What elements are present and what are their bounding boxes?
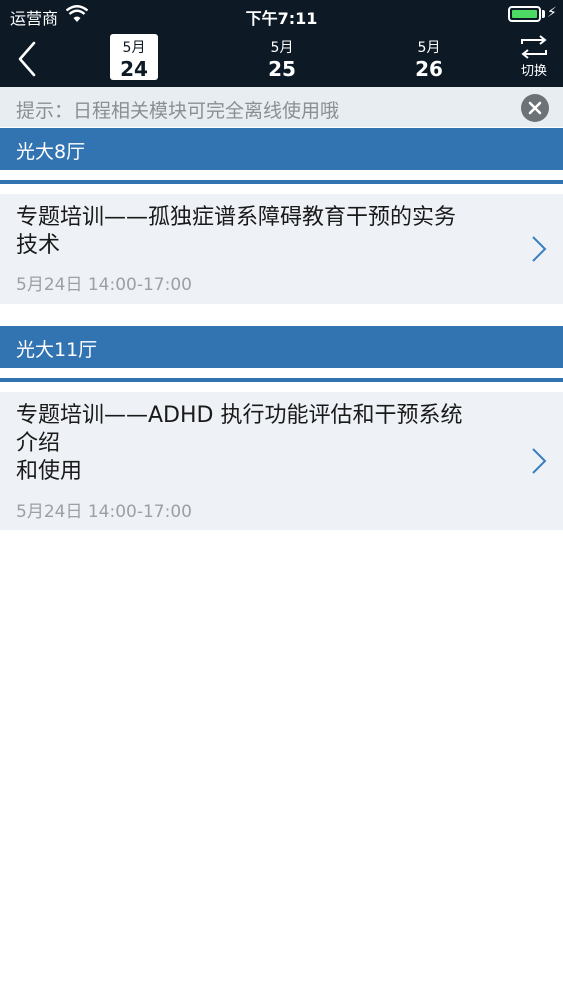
session-item[interactable]: 专题培训——孤独症谱系障碍教育干预的实务 技术 5月24日 14:00-17:0… (0, 194, 563, 304)
battery-cap (542, 10, 545, 18)
venue-name: 光大8厅 (16, 141, 86, 163)
date-tab-26[interactable]: 5月 26 (405, 34, 453, 81)
date-tab-month: 5月 (122, 40, 146, 56)
venue-header: 光大11厅 (0, 326, 563, 368)
date-tab-24[interactable]: 5月 24 (110, 34, 158, 81)
session-title: 专题培训——ADHD 执行功能评估和干预系统 介绍 和使用 (16, 402, 516, 486)
chevron-right-icon (532, 448, 547, 474)
back-button[interactable] (14, 39, 44, 79)
venue-header: 光大8厅 (0, 128, 563, 170)
switch-label: 切换 (520, 64, 547, 79)
session-title-line: 介绍 (16, 431, 61, 456)
top-bar: 运营商 下午7:11 ⚡ 5月 24 5月 25 5月 26 切换 (0, 0, 563, 87)
date-nav: 5月 24 5月 25 5月 26 切换 (0, 30, 563, 87)
session-title-line: 专题培训——孤独症谱系障碍教育干预的实务 (16, 205, 457, 230)
offline-tip-banner: 提示：日程相关模块可完全离线使用哦 (0, 87, 563, 127)
date-tab-day: 26 (415, 57, 443, 81)
charging-icon: ⚡ (547, 5, 557, 21)
status-time: 下午7:11 (245, 9, 318, 28)
close-icon (528, 101, 542, 115)
session-time: 5月24日 14:00-17:00 (16, 275, 192, 295)
date-tab-day: 25 (268, 57, 296, 81)
session-title-line: 专题培训——ADHD 执行功能评估和干预系统 (16, 403, 463, 428)
tip-text: 提示：日程相关模块可完全离线使用哦 (16, 100, 340, 122)
chevron-right-icon (532, 236, 547, 262)
venue-name: 光大11厅 (16, 339, 98, 361)
session-title: 专题培训——孤独症谱系障碍教育干预的实务 技术 (16, 204, 516, 260)
date-tab-month: 5月 (270, 40, 294, 56)
switch-icon (521, 35, 547, 59)
status-bar: 运营商 下午7:11 ⚡ (0, 0, 563, 30)
session-title-line: 技术 (16, 233, 61, 258)
session-title-line: 和使用 (16, 459, 83, 484)
section-divider (0, 180, 563, 184)
session-time: 5月24日 14:00-17:00 (16, 502, 192, 522)
date-tab-day: 24 (120, 57, 148, 81)
close-tip-button[interactable] (521, 94, 549, 122)
session-item[interactable]: 专题培训——ADHD 执行功能评估和干预系统 介绍 和使用 5月24日 14:0… (0, 392, 563, 530)
date-tab-25[interactable]: 5月 25 (258, 34, 306, 81)
battery-icon (508, 6, 541, 22)
date-tab-month: 5月 (417, 40, 441, 56)
switch-button[interactable]: 切换 (512, 34, 556, 84)
section-divider (0, 378, 563, 382)
